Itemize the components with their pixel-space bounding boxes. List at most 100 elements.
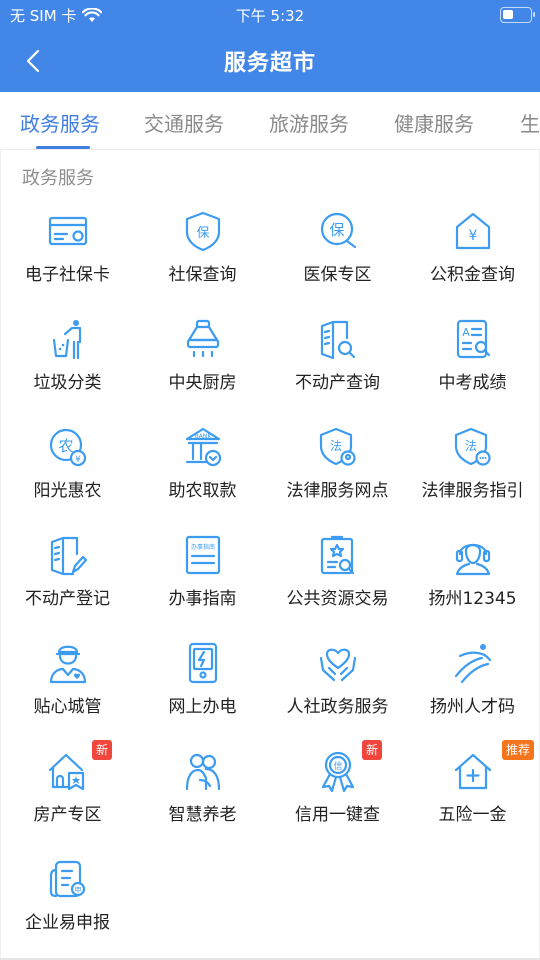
app-header: 无 SIM 卡 下午 5:32 服务超市 <box>0 0 540 92</box>
tab-life[interactable]: 生 <box>520 108 540 137</box>
house-plus-icon <box>452 750 494 792</box>
service-item[interactable]: 五险一金 推荐 <box>405 740 540 848</box>
service-label: 电子社保卡 <box>25 265 110 285</box>
service-item[interactable]: 不动产登记 <box>0 524 135 632</box>
service-label: 不动产查询 <box>295 373 380 393</box>
credit-medal-icon: 信 <box>317 750 359 793</box>
svg-text:法: 法 <box>330 439 342 453</box>
service-label: 人社政务服务 <box>286 697 389 717</box>
shield-bao-icon: 保 <box>182 210 224 252</box>
service-item[interactable]: 网上办电 <box>135 632 270 740</box>
medical-insurance-icon: 保 <box>317 210 359 252</box>
service-item[interactable]: 扬州人才码 <box>405 632 540 740</box>
enterprise-report-icon: 申 <box>47 858 89 900</box>
status-bar: 无 SIM 卡 下午 5:32 <box>0 0 540 30</box>
service-label: 智慧养老 <box>168 805 237 825</box>
hotline-headset-icon <box>452 534 494 576</box>
service-item[interactable]: 中央厨房 <box>135 308 270 416</box>
svg-text:¥: ¥ <box>469 228 478 244</box>
service-item[interactable]: 电子社保卡 <box>0 200 135 308</box>
service-item[interactable]: BANK 助农取款 <box>135 416 270 524</box>
service-item[interactable]: 扬州12345 <box>405 524 540 632</box>
service-label: 五险一金 <box>438 805 507 825</box>
public-resource-icon <box>317 534 359 576</box>
service-label: 助农取款 <box>168 481 237 501</box>
property-search-icon <box>317 318 359 360</box>
section-title: 政务服务 <box>22 168 94 189</box>
service-label: 房产专区 <box>33 805 102 825</box>
legal-guide-icon: 法 <box>452 426 494 468</box>
service-item[interactable]: 信信用一键查 新 <box>270 740 405 848</box>
service-item[interactable]: 保医保专区 <box>270 200 405 308</box>
active-tab-indicator <box>36 146 90 149</box>
bank-icon: BANK <box>182 426 224 468</box>
service-item[interactable]: 智慧养老 <box>135 740 270 848</box>
service-label: 医保专区 <box>303 265 372 285</box>
elderly-couple-icon <box>182 750 224 792</box>
agriculture-subsidy-icon: 农 ¥ <box>47 426 89 468</box>
city-officer-icon <box>47 642 89 684</box>
tab-health[interactable]: 健康服务 <box>394 108 474 137</box>
house-icon <box>47 750 89 792</box>
svg-text:法: 法 <box>465 439 477 453</box>
svg-text:保: 保 <box>329 221 344 239</box>
svg-text:保: 保 <box>196 226 209 241</box>
service-item[interactable]: 办事指南 办事指南 <box>135 524 270 632</box>
service-item[interactable]: 不动产查询 <box>270 308 405 416</box>
property-register-icon <box>47 534 89 576</box>
talent-runner-icon <box>452 642 494 684</box>
tab-government[interactable]: 政务服务 <box>20 108 100 137</box>
service-label: 企业易申报 <box>25 913 110 933</box>
social-security-card-icon <box>47 210 89 252</box>
service-item[interactable]: 公共资源交易 <box>270 524 405 632</box>
new-badge: 新 <box>92 740 113 760</box>
service-item[interactable]: 法法律服务网点 <box>270 416 405 524</box>
service-label: 公共资源交易 <box>286 589 389 609</box>
service-label: 不动产登记 <box>25 589 110 609</box>
service-label: 扬州12345 <box>428 589 517 609</box>
hands-heart-icon <box>317 642 359 684</box>
svg-text:信: 信 <box>333 760 342 772</box>
tab-traffic[interactable]: 交通服务 <box>144 108 224 137</box>
tab-tourism[interactable]: 旅游服务 <box>269 108 349 137</box>
category-tabs: 政务服务 交通服务 旅游服务 健康服务 生 <box>0 92 540 150</box>
service-item[interactable]: 房产专区 新 <box>0 740 135 848</box>
electricity-phone-icon <box>182 642 224 684</box>
new-badge: 新 <box>362 740 383 760</box>
battery-icon <box>500 7 535 23</box>
service-item[interactable]: 人社政务服务 <box>270 632 405 740</box>
service-label: 信用一键查 <box>295 805 380 825</box>
service-label: 贴心城管 <box>33 697 102 717</box>
service-label: 中考成绩 <box>438 373 507 393</box>
service-label: 公积金查询 <box>430 265 515 285</box>
svg-text:A: A <box>462 326 470 339</box>
nav-bar: 服务超市 <box>0 30 540 92</box>
guide-book-icon: 办事指南 <box>182 534 224 576</box>
service-label: 法律服务指引 <box>421 481 524 501</box>
service-item[interactable]: 申企业易申报 <box>0 848 135 956</box>
service-label: 垃圾分类 <box>33 373 102 393</box>
service-label: 社保查询 <box>168 265 237 285</box>
service-item[interactable]: A 中考成绩 <box>405 308 540 416</box>
service-item[interactable]: 农 ¥ 阳光惠农 <box>0 416 135 524</box>
housing-fund-icon: ¥ <box>452 210 494 252</box>
page-title: 服务超市 <box>223 51 316 76</box>
svg-text:申: 申 <box>75 885 82 894</box>
status-time: 下午 5:32 <box>235 7 305 25</box>
service-label: 网上办电 <box>168 697 237 717</box>
service-item[interactable]: 贴心城管 <box>0 632 135 740</box>
svg-text:¥: ¥ <box>75 455 81 465</box>
service-item[interactable]: ¥ 公积金查询 <box>405 200 540 308</box>
service-label: 办事指南 <box>168 589 237 609</box>
service-label: 扬州人才码 <box>430 697 515 717</box>
svg-text:办事指南: 办事指南 <box>191 543 215 551</box>
svg-text:农: 农 <box>58 437 73 455</box>
service-item[interactable]: 垃圾分类 <box>0 308 135 416</box>
svg-text:BANK: BANK <box>195 433 213 440</box>
recommend-badge: 推荐 <box>502 740 535 760</box>
service-label: 阳光惠农 <box>33 481 102 501</box>
trash-sorting-icon <box>47 318 89 360</box>
service-item[interactable]: 保社保查询 <box>135 200 270 308</box>
range-hood-icon <box>182 318 224 360</box>
service-item[interactable]: 法法律服务指引 <box>405 416 540 524</box>
